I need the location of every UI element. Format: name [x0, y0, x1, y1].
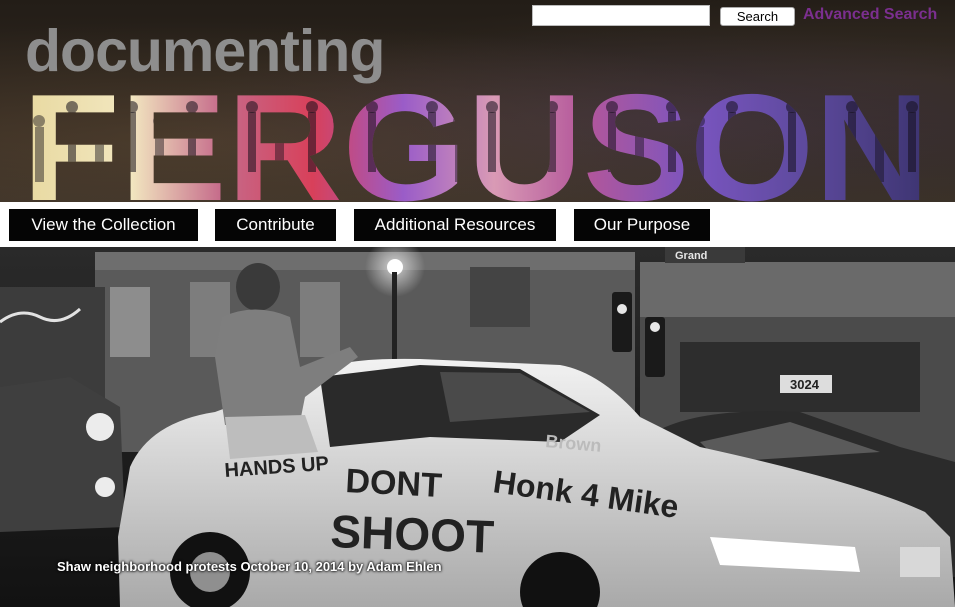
car-text-dont: DONT: [345, 462, 443, 505]
hero-image: 3024 Grand HANDS UP DONT SHOOT Honk 4 Mi…: [0, 247, 955, 607]
search-input[interactable]: [532, 5, 710, 26]
hero-photo-illustration: 3024 Grand HANDS UP DONT SHOOT Honk 4 Mi…: [0, 247, 955, 607]
site-title-logo[interactable]: FERGUSON FERGUSON: [0, 72, 955, 202]
advanced-search-link[interactable]: Advanced Search: [803, 6, 937, 24]
header-banner: documenting FERGUSON FERGUSON: [0, 0, 955, 202]
nav-view-collection[interactable]: View the Collection: [9, 209, 198, 241]
search-button[interactable]: Search: [720, 7, 795, 26]
nav-contribute[interactable]: Contribute: [215, 209, 336, 241]
main-nav: View the Collection Contribute Additiona…: [0, 202, 955, 247]
car-text-shoot: SHOOT: [330, 505, 495, 563]
address-number: 3024: [790, 377, 820, 392]
nav-additional-resources[interactable]: Additional Resources: [354, 209, 556, 241]
nav-our-purpose[interactable]: Our Purpose: [574, 209, 710, 241]
hero-caption: Shaw neighborhood protests October 10, 2…: [57, 559, 442, 574]
site-title-overlay: FERGUSON: [22, 72, 930, 202]
street-sign: Grand: [675, 250, 707, 262]
